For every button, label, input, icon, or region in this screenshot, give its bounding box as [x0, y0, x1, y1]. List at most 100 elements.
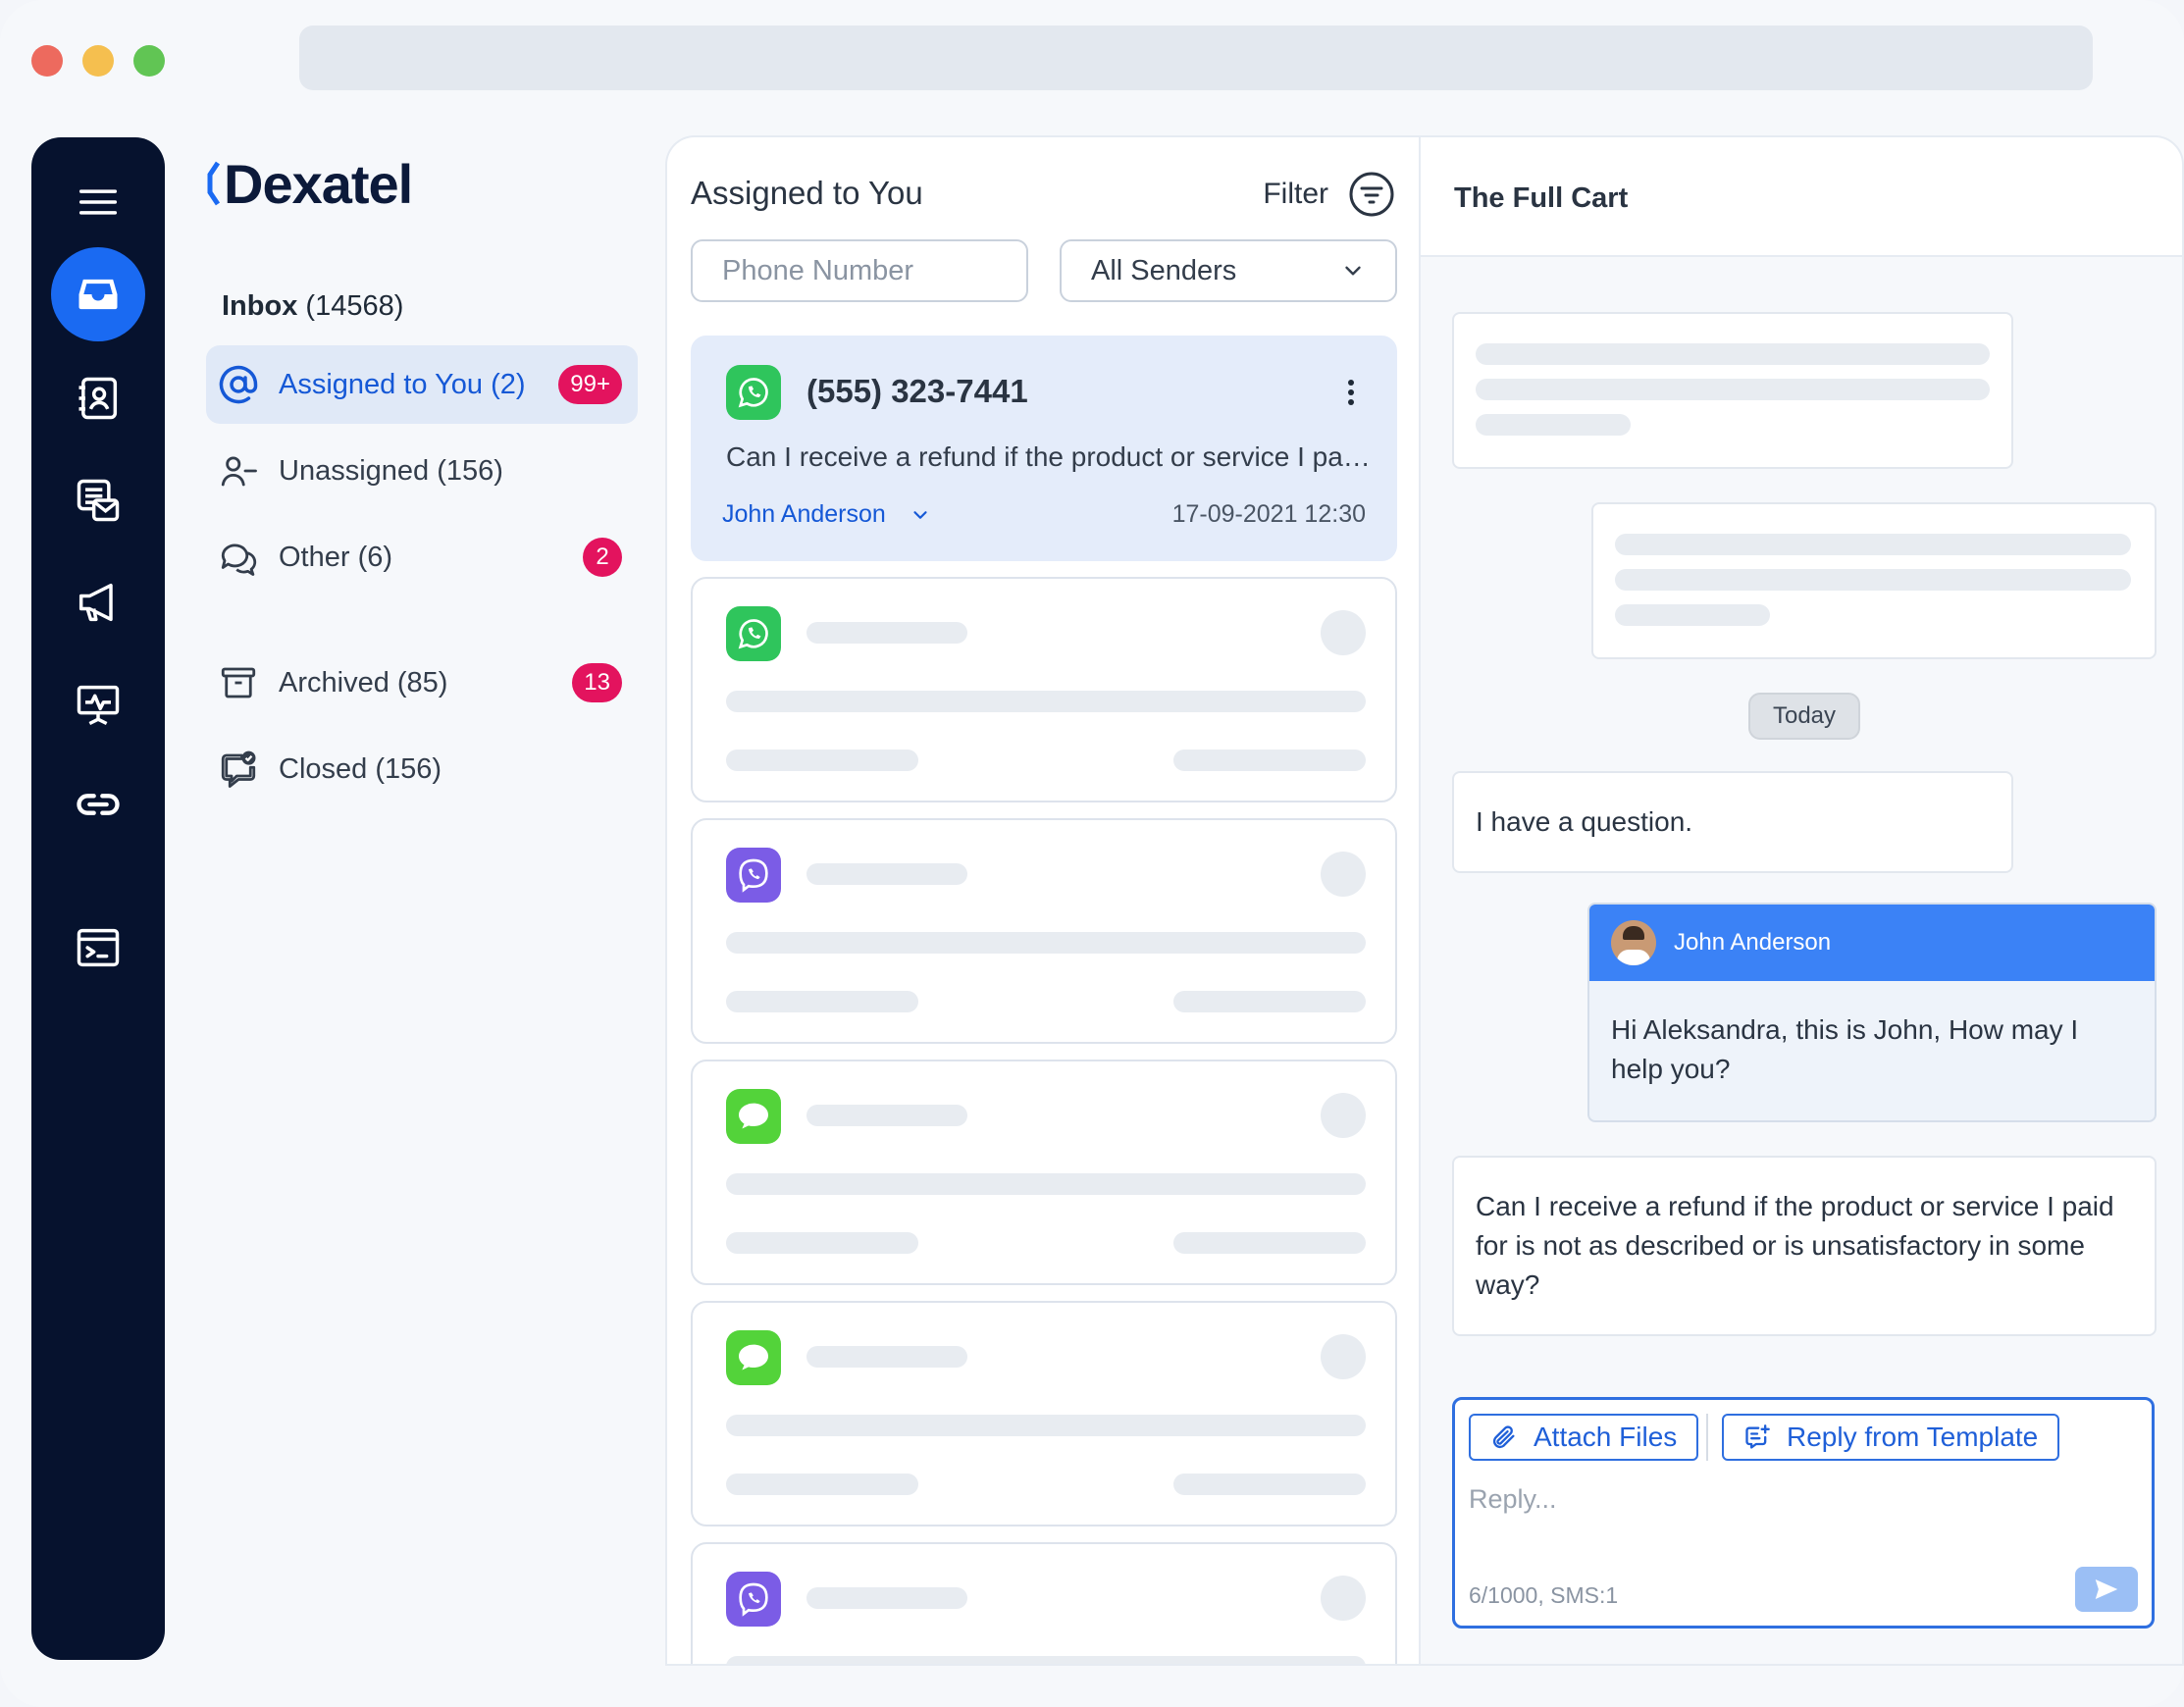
nav-contacts[interactable] [51, 351, 145, 445]
customer-message: Can I receive a refund if the product or… [1452, 1156, 2157, 1336]
conversation-item-loading[interactable] [691, 1542, 1397, 1664]
assignee-name: John Anderson [722, 500, 886, 528]
menu-button[interactable] [51, 155, 145, 249]
senders-value: All Senders [1091, 254, 1237, 286]
closed-chat-icon [216, 747, 261, 792]
attach-files-label: Attach Files [1534, 1422, 1678, 1452]
folder-label: Assigned to You (2) [279, 368, 526, 400]
paperclip-icon [1492, 1425, 1515, 1449]
skeleton-line [1173, 1474, 1366, 1495]
filter-icon [1349, 172, 1394, 217]
nav-integrations[interactable] [51, 757, 145, 852]
nav-developer[interactable] [51, 901, 145, 995]
imessage-icon [726, 1330, 781, 1385]
filter-button[interactable]: Filter [1263, 171, 1395, 218]
chat-header: The Full Cart [1421, 137, 2182, 257]
folder-assigned[interactable]: Assigned to You (2) 99+ [206, 345, 638, 424]
folder-label: Unassigned (156) [279, 454, 503, 487]
skeleton-line [1476, 343, 1990, 365]
skeleton-line [726, 991, 918, 1012]
archive-icon [216, 660, 261, 705]
skeleton-line [726, 1656, 1366, 1664]
skeleton-line [726, 1415, 1366, 1436]
message-text: Can I receive a refund if the product or… [1476, 1191, 2114, 1300]
conversation-item-loading[interactable] [691, 1301, 1397, 1526]
link-icon [77, 794, 120, 815]
inbox-count: (14568) [305, 290, 404, 322]
skeleton-dot [1321, 1576, 1366, 1621]
nav-campaigns[interactable] [51, 555, 145, 649]
skeleton-line [1615, 534, 2131, 555]
conversation-item-loading[interactable] [691, 577, 1397, 802]
divider [1706, 1414, 1708, 1461]
chat-bubbles-icon [216, 535, 261, 580]
avatar [1611, 920, 1656, 965]
template-icon [1745, 1424, 1770, 1449]
chat-title: The Full Cart [1454, 182, 1629, 214]
at-sign-icon [216, 362, 261, 407]
folder-archived[interactable]: Archived (85) 13 [206, 644, 638, 722]
conversation-item-loading[interactable] [691, 818, 1397, 1044]
imessage-icon [726, 1089, 781, 1144]
folder-unassigned[interactable]: Unassigned (156) [206, 432, 638, 510]
zoom-window-button[interactable] [133, 45, 165, 77]
skeleton-line [1173, 1232, 1366, 1254]
reply-input[interactable] [1469, 1484, 2057, 1515]
viber-icon [726, 848, 781, 903]
menu-icon [78, 189, 118, 215]
send-icon [2095, 1579, 2118, 1599]
skeleton-dot [1321, 1093, 1366, 1138]
reply-from-template-button[interactable]: Reply from Template [1722, 1414, 2060, 1461]
minimize-window-button[interactable] [82, 45, 114, 77]
agent-message-body: Hi Aleksandra, this is John, How may I h… [1589, 981, 2155, 1118]
whatsapp-icon [726, 365, 781, 420]
folder-other[interactable]: Other (6) 2 [206, 518, 638, 596]
nav-messages[interactable] [51, 453, 145, 547]
unread-badge: 99+ [558, 365, 622, 404]
agent-name: John Anderson [1674, 929, 1832, 956]
phone-number-input[interactable] [691, 239, 1028, 302]
folder-label: Closed (156) [279, 752, 442, 785]
inbox-header: Inbox (14568) [222, 290, 403, 323]
folder-label: Other (6) [279, 541, 393, 573]
chat-panel: The Full Cart Today I have a question. J… [1419, 135, 2184, 1666]
more-options-icon[interactable] [1346, 377, 1356, 408]
conversation-list: Assigned to You Filter All Senders (555)… [665, 135, 1421, 1666]
send-button[interactable] [2075, 1567, 2138, 1612]
nav-analytics[interactable] [51, 657, 145, 751]
skeleton-line [1476, 379, 1990, 400]
agent-message-header: John Anderson [1589, 905, 2155, 981]
conversation-item-loading[interactable] [691, 1060, 1397, 1285]
attach-files-button[interactable]: Attach Files [1469, 1414, 1699, 1461]
folder-closed[interactable]: Closed (156) [206, 730, 638, 808]
reply-composer: Attach Files Reply from Template 6/1000,… [1452, 1397, 2155, 1629]
whatsapp-icon [726, 606, 781, 661]
unread-badge: 2 [583, 538, 622, 577]
nav-inbox[interactable] [51, 247, 145, 341]
user-minus-icon [216, 448, 261, 493]
conversation-item[interactable]: (555) 323-7441 Can I receive a refund if… [691, 336, 1397, 561]
messages-icon [77, 479, 120, 522]
skeleton-line [726, 1474, 918, 1495]
message-text: I have a question. [1476, 806, 1693, 837]
reply-from-template-label: Reply from Template [1787, 1422, 2039, 1452]
skeleton-line [726, 750, 918, 771]
logo-mark-icon [207, 161, 220, 206]
inbox-icon [78, 279, 118, 310]
close-window-button[interactable] [31, 45, 63, 77]
conversation-date: 17-09-2021 12:30 [1171, 500, 1366, 528]
address-bar[interactable] [299, 26, 2093, 90]
nav-rail [31, 137, 165, 1660]
skeleton-line [806, 863, 967, 885]
skeleton-line [1476, 414, 1631, 436]
assignee-select[interactable]: John Anderson [722, 500, 931, 529]
skeleton-line [726, 1232, 918, 1254]
customer-message: I have a question. [1452, 771, 2013, 873]
skeleton-line [806, 622, 967, 644]
senders-select[interactable]: All Senders [1060, 239, 1397, 302]
character-counter: 6/1000, SMS:1 [1469, 1582, 1619, 1608]
message-loading [1452, 312, 2013, 469]
viber-icon [726, 1572, 781, 1627]
megaphone-icon [78, 583, 113, 622]
inbox-label: Inbox [222, 290, 298, 322]
